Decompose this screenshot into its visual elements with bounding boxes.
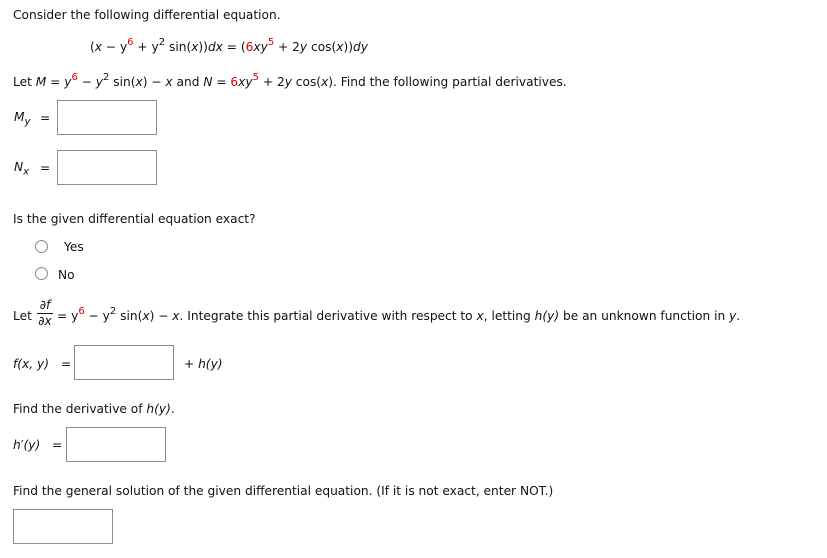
fraction-numerator: ∂f xyxy=(39,298,51,312)
general-solution-input[interactable] xyxy=(13,509,113,544)
var: x xyxy=(476,309,484,323)
eq-part: )) xyxy=(343,40,353,54)
let-mn-line: Let M = y6 − y2 sin(x) − x and N = 6xy5 … xyxy=(13,73,567,90)
radio-no-label[interactable]: No xyxy=(58,268,75,282)
var: x xyxy=(172,309,180,323)
var-M: M xyxy=(35,75,47,89)
text: and xyxy=(172,75,204,89)
var: x xyxy=(165,75,173,89)
var-h: h(y) xyxy=(146,402,171,416)
h-of-y: + h(y) xyxy=(184,357,223,371)
radio-yes[interactable] xyxy=(35,240,48,253)
text: = y xyxy=(57,309,79,323)
text: , letting xyxy=(483,309,535,323)
fxy-label: f(x, y) xyxy=(13,357,49,371)
nx-input[interactable] xyxy=(57,150,157,185)
eq-part: + 2 xyxy=(274,40,300,54)
integrate-instruction: = y6 − y2 sin(x) − x. Integrate this par… xyxy=(57,307,741,324)
eq-part: − y xyxy=(101,40,128,54)
var: y xyxy=(95,75,103,89)
radio-yes-label[interactable]: Yes xyxy=(64,240,84,254)
let-label: Let xyxy=(13,309,32,323)
text: − xyxy=(77,75,96,89)
text: ) − xyxy=(149,309,173,323)
fxy-equals: = xyxy=(61,357,72,371)
hprime-input[interactable] xyxy=(66,427,166,462)
text: sin( xyxy=(116,309,143,323)
eq-part: sin( xyxy=(165,40,192,54)
my-input[interactable] xyxy=(57,100,157,135)
text: + 2 xyxy=(258,75,285,89)
nx-equals: = xyxy=(40,161,51,175)
hprime-equals: = xyxy=(52,438,63,452)
intro-text: Consider the following differential equa… xyxy=(13,8,281,22)
eq-var: x xyxy=(94,40,102,54)
var: xy xyxy=(238,75,253,89)
my-equals: = xyxy=(40,111,51,125)
text: ) − xyxy=(142,75,166,89)
text: . xyxy=(736,309,741,323)
text: Let xyxy=(13,75,36,89)
var-M: M xyxy=(14,110,25,124)
var-N: N xyxy=(14,160,24,174)
exact-question: Is the given differential equation exact… xyxy=(13,212,256,226)
eq-part: )) xyxy=(198,40,208,54)
my-label: My xyxy=(14,110,30,127)
text: = xyxy=(46,75,65,89)
subscript: x xyxy=(23,166,30,178)
var-h: h(y) xyxy=(534,309,560,323)
var: y xyxy=(284,75,292,89)
text: ). Find the following partial derivative… xyxy=(328,75,567,89)
radio-no[interactable] xyxy=(35,267,48,280)
eq-var: xy xyxy=(253,40,268,54)
text: . xyxy=(170,402,175,416)
text: cos( xyxy=(291,75,322,89)
nx-label: Nx xyxy=(14,160,29,177)
differential-equation: (x − y6 + y2 sin(x))dx = (6xy5 + 2y cos(… xyxy=(90,38,368,55)
fraction-denominator: ∂x xyxy=(38,314,52,328)
fxy-suffix: + h(y) xyxy=(184,357,223,371)
fraction-bar xyxy=(37,313,53,314)
subscript: y xyxy=(24,116,31,128)
text: . Integrate this partial derivative with… xyxy=(179,309,477,323)
text: Find the derivative of xyxy=(13,402,147,416)
eq-var: dy xyxy=(353,40,368,54)
text: sin( xyxy=(109,75,136,89)
fxy-input[interactable] xyxy=(74,345,174,380)
eq-part: + y xyxy=(133,40,159,54)
var: x xyxy=(142,309,150,323)
text: = xyxy=(212,75,231,89)
eq-var: dx xyxy=(207,40,223,54)
partial-fraction: ∂f ∂x xyxy=(37,298,53,328)
derivative-question: Find the derivative of h(y). xyxy=(13,402,175,416)
var: x xyxy=(135,75,143,89)
general-question: Find the general solution of the given d… xyxy=(13,484,554,498)
coefficient: 6 xyxy=(230,75,239,89)
hprime-label: h′(y) xyxy=(13,438,41,452)
text: − y xyxy=(84,309,110,323)
eq-part: = ( xyxy=(222,40,246,54)
eq-part: cos( xyxy=(307,40,337,54)
text: be an unknown function in xyxy=(559,309,730,323)
